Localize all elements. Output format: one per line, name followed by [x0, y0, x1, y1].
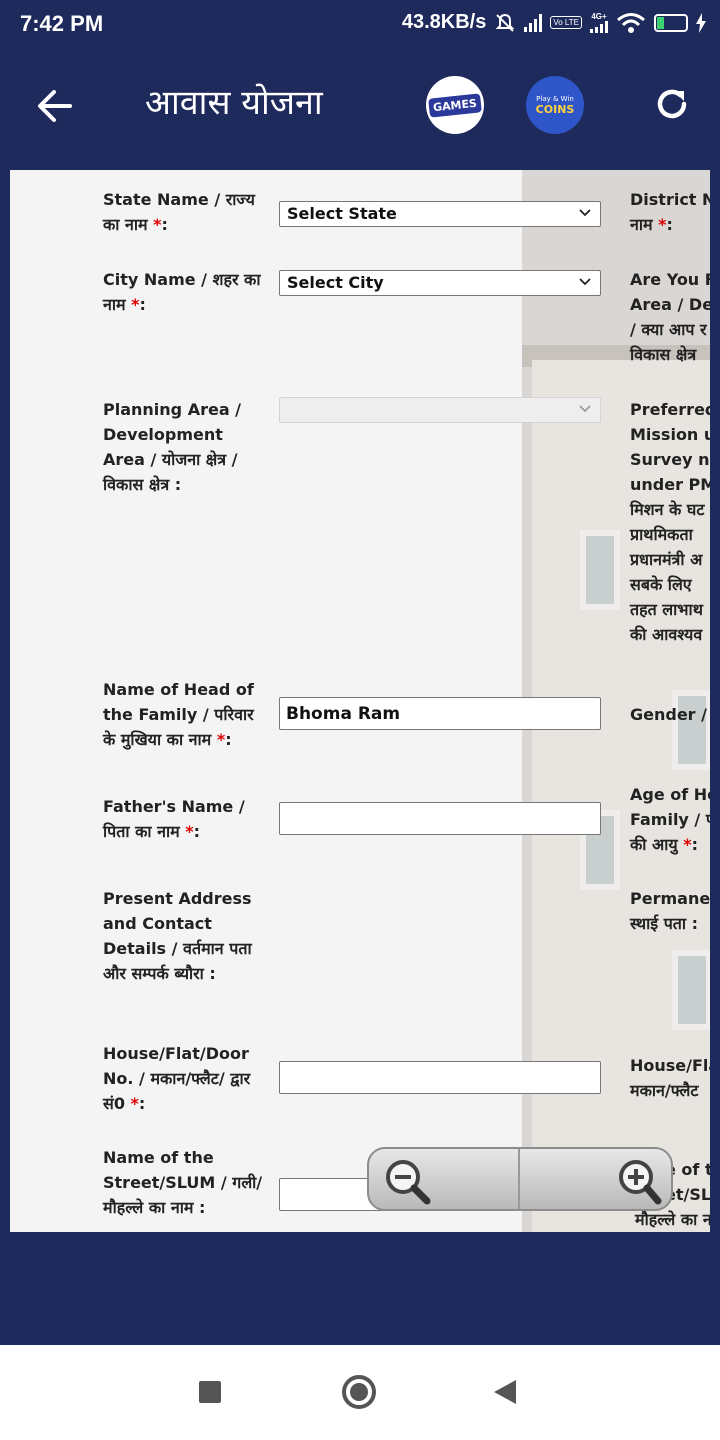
street-label: Name of the Street/SLUM / गली/मौहल्ले का…: [103, 1148, 263, 1217]
charging-icon: [696, 12, 706, 33]
coins-logo-subtitle: Play & Win: [536, 94, 574, 103]
battery-icon: 24: [654, 13, 688, 32]
head-of-family-input[interactable]: Bhoma Ram: [279, 697, 601, 730]
coins-logo[interactable]: Play & Win COINS: [526, 76, 584, 134]
planning-area-select: [279, 397, 601, 423]
area-question-label: Are You Fr Area / Dev / क्या आप र विकास …: [630, 270, 710, 364]
refresh-icon[interactable]: [650, 82, 694, 126]
preferred-mission-label: Preferred Mission u Survey ne under PM/ …: [630, 400, 710, 644]
page-title: आवास योजना: [145, 83, 323, 123]
back-nav-button[interactable]: [494, 1380, 516, 1404]
status-icons: 43.8KB/s Vo LTE 4G+ 24: [402, 11, 706, 34]
zoom-out-icon: [386, 1160, 431, 1205]
city-label: City Name / शहर का नाम *:: [103, 270, 261, 314]
father-name-input[interactable]: [279, 802, 601, 835]
signal-icon: [524, 13, 543, 32]
signal-4g-icon: 4G+: [590, 12, 608, 33]
head-of-family-label: Name of Head of the Family / परिवार के म…: [103, 680, 254, 749]
chevron-down-icon: [579, 209, 591, 217]
arrow-left-icon[interactable]: [30, 80, 82, 132]
form-webview[interactable]: State Name / राज्य का नाम *: Select Stat…: [10, 170, 710, 1232]
state-select-value: Select State: [287, 204, 397, 223]
zoom-out-button[interactable]: [369, 1149, 520, 1209]
state-select[interactable]: Select State: [279, 201, 601, 227]
mute-icon: [495, 13, 515, 32]
permanent-house-label: House/Fla मकान/फ्लैट: [630, 1056, 710, 1100]
games-logo-text: GAMES: [428, 92, 482, 118]
district-label: District Na नाम *:: [630, 190, 710, 234]
coins-logo-text: COINS: [535, 102, 575, 116]
present-address-heading: Present Address and Contact Details / वर…: [103, 889, 252, 983]
network-type-badge: 4G+: [591, 12, 607, 21]
status-bar: 7:42 PM 43.8KB/s Vo LTE 4G+ 24: [0, 0, 720, 50]
battery-level: 24: [663, 14, 679, 30]
age-label: Age of He Family / प की आयु *:: [630, 785, 710, 854]
network-speed: 43.8KB/s: [401, 11, 487, 33]
zoom-control: [367, 1147, 673, 1211]
gender-label: Gender / f: [630, 705, 710, 724]
chevron-down-icon: [579, 278, 591, 286]
volte-badge: Vo LTE: [550, 16, 582, 29]
wifi-icon: [617, 12, 645, 33]
status-time: 7:42 PM: [20, 11, 104, 36]
house-number-label: House/Flat/Door No. / मकान/फ्लैट/ द्वार …: [103, 1044, 251, 1113]
father-name-label: Father's Name / पिता का नाम *:: [103, 797, 245, 841]
house-number-input[interactable]: [279, 1061, 601, 1094]
planning-area-label: Planning Area / Development Area / योजना…: [103, 400, 242, 494]
recents-button[interactable]: [199, 1381, 221, 1403]
system-nav-bar: [0, 1345, 720, 1440]
zoom-in-icon: [619, 1160, 662, 1205]
city-select[interactable]: Select City: [279, 270, 601, 296]
city-select-value: Select City: [287, 273, 384, 292]
games-logo[interactable]: GAMES: [426, 76, 484, 134]
chevron-down-icon: [579, 405, 591, 413]
zoom-in-button[interactable]: [520, 1149, 671, 1209]
home-button[interactable]: [342, 1375, 376, 1409]
app-bar: आवास योजना GAMES Play & Win COINS: [0, 50, 720, 160]
state-label: State Name / राज्य का नाम *:: [103, 190, 255, 234]
permanent-address-heading: Permanen स्थाई पता :: [630, 889, 710, 933]
